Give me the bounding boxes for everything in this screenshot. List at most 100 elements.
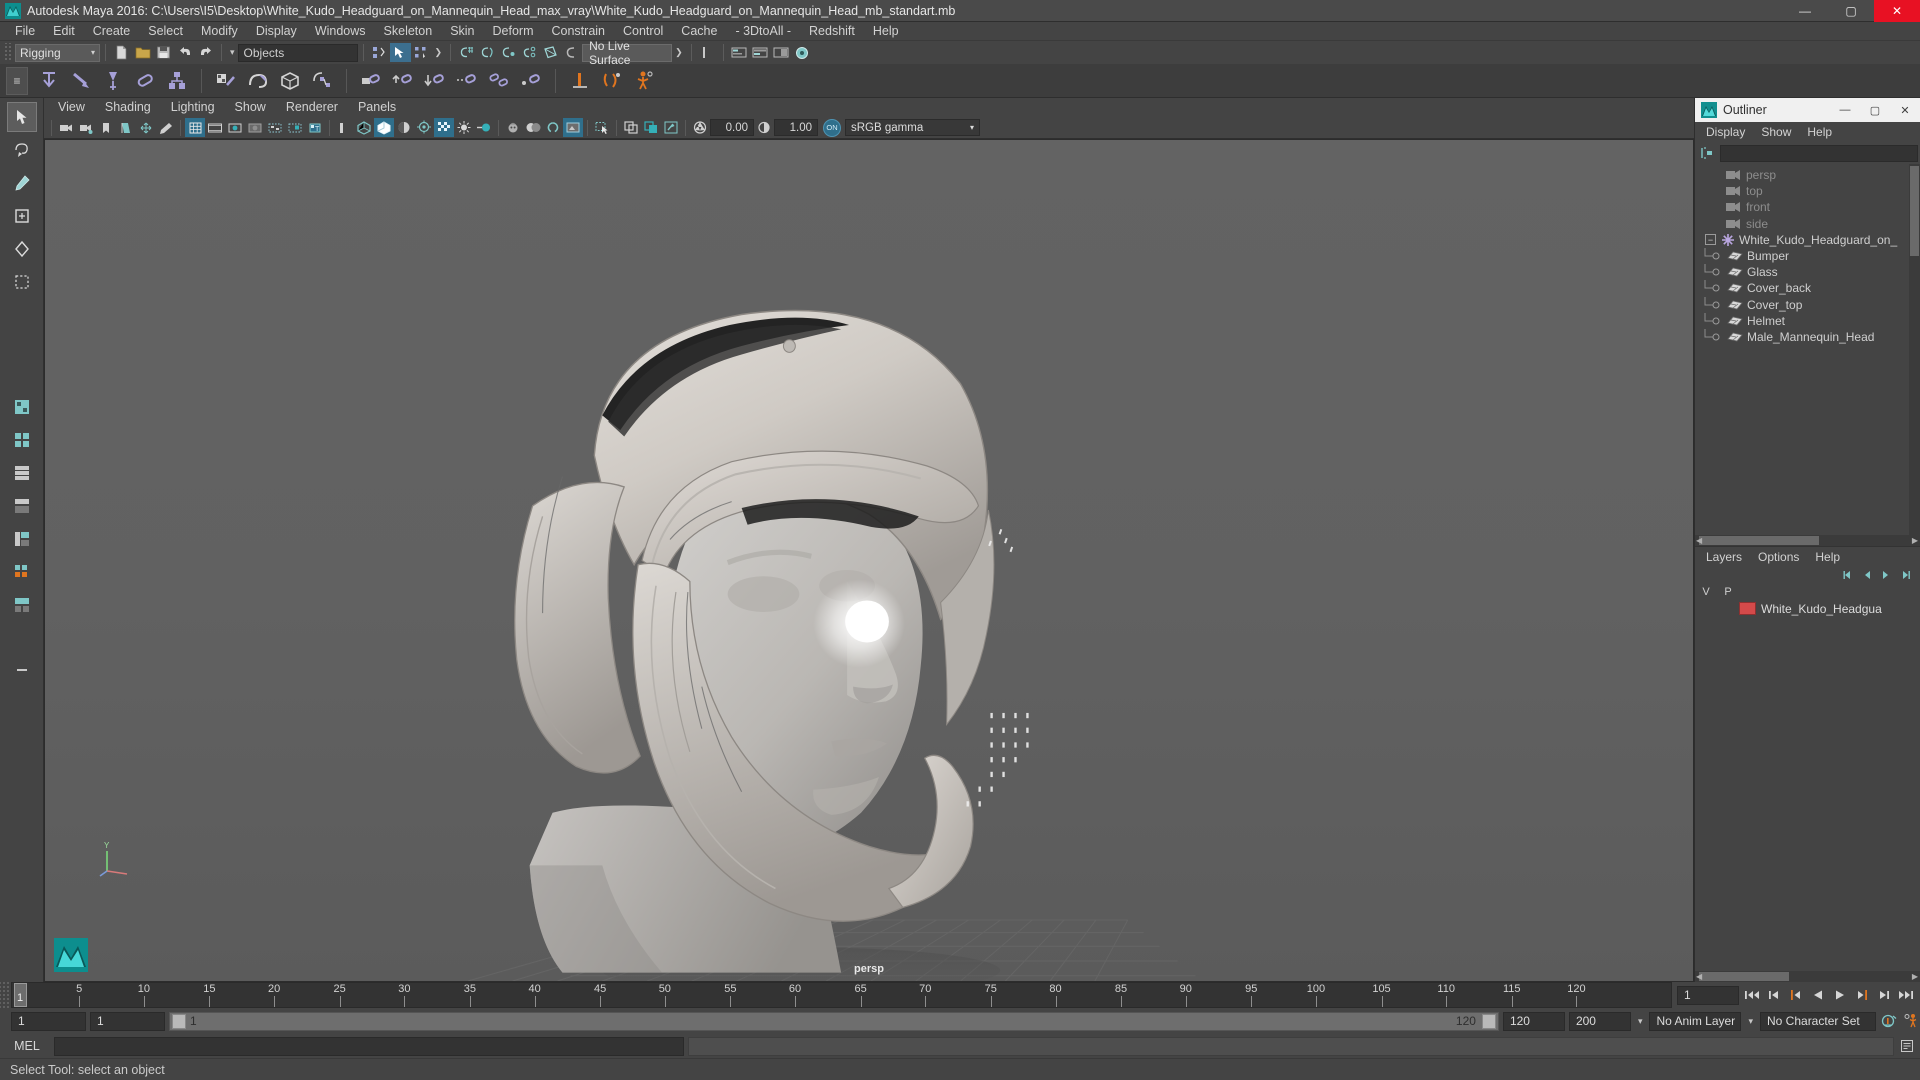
xray-active-components-icon[interactable]: T — [305, 118, 325, 137]
outliner-search-input[interactable] — [1720, 144, 1918, 162]
shade-x-ray-icon[interactable] — [374, 118, 394, 137]
make-live-icon[interactable] — [561, 43, 582, 62]
viewport-menu-renderer[interactable]: Renderer — [276, 98, 348, 117]
animation-preferences-icon[interactable] — [1902, 1011, 1920, 1031]
maximize-button[interactable]: ▢ — [1828, 0, 1874, 22]
outliner-minimize-button[interactable]: — — [1830, 98, 1860, 122]
range-end-field[interactable]: 200 — [1568, 1011, 1631, 1031]
persp-graph-layout[interactable] — [7, 491, 37, 521]
live-surface-field[interactable]: No Live Surface — [582, 39, 673, 67]
play-backwards-icon[interactable] — [1809, 985, 1827, 1005]
isolate-select-icon[interactable] — [563, 118, 583, 137]
paint-select-tool[interactable] — [7, 168, 37, 198]
snap-view-plane-icon[interactable] — [540, 43, 561, 62]
menu-display[interactable]: Display — [247, 22, 306, 41]
scale-tool[interactable] — [7, 267, 37, 297]
viewport-menu-shading[interactable]: Shading — [95, 98, 161, 117]
outliner-item-top[interactable]: top — [1695, 183, 1909, 199]
time-slider[interactable]: 1 5 10 15 20 25 30 35 40 45 50 55 60 65 … — [11, 982, 1672, 1008]
auto-keyframe-icon[interactable] — [1880, 1011, 1898, 1031]
scroll-right-arrow-icon[interactable]: ▶ — [1912, 536, 1918, 545]
save-scene-icon[interactable] — [153, 43, 174, 62]
step-forward-keyframe-icon[interactable] — [1875, 985, 1893, 1005]
outliner-item-bumper[interactable]: Bumper — [1695, 248, 1909, 264]
outliner-menu-show[interactable]: Show — [1753, 122, 1799, 142]
statusline-grip[interactable] — [3, 43, 12, 62]
scrollbar-thumb[interactable] — [1910, 166, 1919, 256]
pole-vector-icon[interactable] — [516, 67, 546, 95]
single-view-icon[interactable] — [592, 118, 612, 137]
go-to-end-icon[interactable] — [1897, 985, 1915, 1005]
expander-collapse-icon[interactable]: − — [1705, 234, 1716, 246]
outliner-view-icon[interactable] — [661, 118, 681, 137]
layer-horizontal-scrollbar[interactable]: ◀ ▶ — [1695, 971, 1920, 982]
channel-box-icon[interactable] — [771, 43, 792, 62]
point-constraint-icon[interactable] — [388, 67, 418, 95]
range-end-handle[interactable] — [1481, 1013, 1496, 1029]
scrollbar-thumb[interactable] — [1699, 536, 1819, 545]
gate-mask-icon[interactable] — [245, 118, 265, 137]
menu-windows[interactable]: Windows — [306, 22, 375, 41]
anim-layer-selector[interactable]: No Anim Layer — [1649, 1011, 1742, 1031]
three-pane-layout[interactable] — [7, 590, 37, 620]
perspective-viewport[interactable]: persp Y — [44, 139, 1694, 982]
copy-view-icon[interactable] — [621, 118, 641, 137]
snap-point-icon[interactable] — [498, 43, 519, 62]
scroll-left-arrow-icon[interactable]: ◀ — [1696, 972, 1702, 981]
scroll-right-arrow-icon[interactable]: ▶ — [1912, 972, 1918, 981]
timeslider-grip[interactable] — [0, 982, 11, 1008]
range-slider[interactable]: 1 120 — [169, 1011, 1499, 1031]
menu-skeleton[interactable]: Skeleton — [375, 22, 442, 41]
layer-first-icon[interactable] — [1841, 568, 1855, 582]
character-set-selector[interactable]: No Character Set — [1760, 1011, 1876, 1031]
command-language-label[interactable]: MEL — [4, 1039, 50, 1053]
move-tool[interactable] — [7, 201, 37, 231]
resolution-gate-icon[interactable] — [225, 118, 245, 137]
create-joint-icon[interactable] — [34, 67, 64, 95]
bind-skin-icon[interactable] — [211, 67, 241, 95]
menu-select[interactable]: Select — [139, 22, 192, 41]
close-button[interactable]: ✕ — [1874, 0, 1920, 22]
outliner-item-side[interactable]: side — [1695, 216, 1909, 232]
scale-constraint-icon[interactable] — [452, 67, 482, 95]
viewport-menu-panels[interactable]: Panels — [348, 98, 406, 117]
redo-icon[interactable] — [195, 43, 216, 62]
set-key-icon[interactable] — [565, 67, 595, 95]
smooth-shade-all-icon[interactable] — [354, 118, 374, 137]
menu-3dtoall[interactable]: - 3DtoAll - — [726, 22, 800, 41]
attribute-editor-icon[interactable] — [729, 43, 750, 62]
outliner-close-button[interactable]: ✕ — [1890, 98, 1920, 122]
two-pane-layout[interactable] — [7, 557, 37, 587]
menu-cache[interactable]: Cache — [672, 22, 726, 41]
screen-space-ao-icon[interactable] — [454, 118, 474, 137]
shadows-icon[interactable] — [434, 118, 454, 137]
range-start-handle[interactable] — [172, 1013, 186, 1029]
gamma-icon[interactable] — [754, 118, 774, 137]
viewport-menu-show[interactable]: Show — [225, 98, 276, 117]
paint-weights-icon[interactable] — [243, 67, 273, 95]
go-to-start-icon[interactable] — [1743, 985, 1761, 1005]
selection-mask-field[interactable]: Objects — [237, 43, 358, 62]
more-layouts[interactable] — [7, 655, 37, 685]
outliner-maximize-button[interactable]: ▢ — [1860, 98, 1890, 122]
rotate-tool[interactable] — [7, 234, 37, 264]
menuset-selector[interactable]: Rigging ▾ — [15, 43, 100, 62]
character-set-icon[interactable] — [597, 67, 627, 95]
time-slider-playhead[interactable]: 1 — [14, 983, 27, 1007]
lasso-select-tool[interactable] — [7, 135, 37, 165]
anim-layer-arrow-icon[interactable]: ▾ — [1635, 1016, 1646, 1027]
grid-icon[interactable] — [185, 118, 205, 137]
image-plane-icon[interactable] — [116, 118, 136, 137]
layer-last-icon[interactable] — [1898, 568, 1912, 582]
selection-mask-arrow-icon[interactable]: ▾ — [227, 47, 238, 58]
minimize-button[interactable]: — — [1782, 0, 1828, 22]
viewport-menu-view[interactable]: View — [48, 98, 95, 117]
step-back-frame-icon[interactable] — [1787, 985, 1805, 1005]
menu-help[interactable]: Help — [864, 22, 908, 41]
persp-outliner-layout[interactable] — [7, 458, 37, 488]
outliner-horizontal-scrollbar[interactable]: ◀ ▶ — [1695, 535, 1920, 546]
command-input[interactable] — [54, 1036, 684, 1056]
outliner-vertical-scrollbar[interactable] — [1909, 164, 1920, 535]
layer-prev-icon[interactable] — [1860, 568, 1874, 582]
single-perspective-layout[interactable] — [7, 392, 37, 422]
